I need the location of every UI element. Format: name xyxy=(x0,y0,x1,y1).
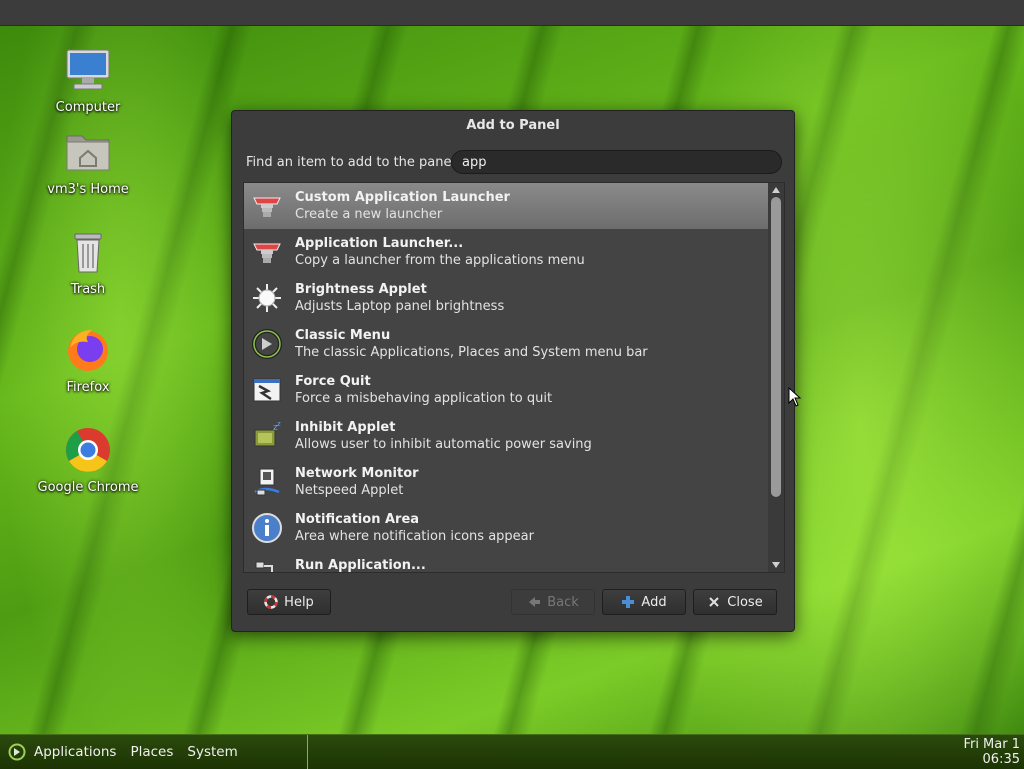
computer-icon xyxy=(66,49,110,90)
scroll-down-arrow-icon[interactable] xyxy=(772,562,780,568)
item-name: Inhibit Applet xyxy=(295,420,396,435)
clock[interactable]: Fri Mar 1 06:35 xyxy=(963,737,1020,767)
applications-menu[interactable]: Applications xyxy=(34,744,116,760)
sun-icon xyxy=(253,284,281,312)
chrome-icon xyxy=(66,428,110,472)
list-item[interactable]: Network Monitor Netspeed Applet xyxy=(244,459,768,505)
item-desc: Area where notification icons appear xyxy=(295,529,534,544)
svg-text:z: z xyxy=(277,420,281,428)
list-item[interactable]: Custom Application Launcher Create a new… xyxy=(244,183,768,229)
mouse-pointer-icon xyxy=(788,387,802,407)
desktop-icon-label: Firefox xyxy=(66,380,110,395)
desktop-icon-chrome[interactable]: Google Chrome xyxy=(33,426,143,495)
item-name: Brightness Applet xyxy=(295,282,427,297)
find-label: Find an item to add to the panel: xyxy=(246,155,460,170)
close-button[interactable]: Close xyxy=(693,589,777,615)
mate-logo-icon xyxy=(8,743,26,761)
applet-list[interactable]: Custom Application Launcher Create a new… xyxy=(243,182,785,573)
list-item[interactable]: Application Launcher... Copy a launcher … xyxy=(244,229,768,275)
item-name: Notification Area xyxy=(295,512,420,527)
item-name: Network Monitor xyxy=(295,466,419,481)
force-quit-icon xyxy=(253,378,281,402)
close-label: Close xyxy=(727,594,763,610)
item-desc: Create a new launcher xyxy=(295,207,443,222)
item-desc: Force a misbehaving application to quit xyxy=(295,391,553,406)
help-label: Help xyxy=(284,594,314,610)
panel-separator xyxy=(307,735,308,769)
back-button[interactable]: Back xyxy=(511,589,595,615)
list-item[interactable]: Force Quit Force a misbehaving applicati… xyxy=(244,367,768,413)
home-folder-icon xyxy=(66,135,110,171)
run-icon xyxy=(255,561,273,572)
firefox-icon xyxy=(68,330,108,371)
help-button[interactable]: Help xyxy=(247,589,331,615)
item-name: Classic Menu xyxy=(295,328,391,343)
desktop-icon-computer[interactable]: Computer xyxy=(33,46,143,115)
item-desc: Netspeed Applet xyxy=(295,483,404,498)
item-desc: The classic Applications, Places and Sys… xyxy=(295,345,648,360)
add-to-panel-dialog: Add to Panel Find an item to add to the … xyxy=(231,110,795,632)
scroll-thumb[interactable] xyxy=(771,197,781,497)
list-item[interactable]: Brightness Applet Adjusts Laptop panel b… xyxy=(244,275,768,321)
clock-date: Fri Mar 1 xyxy=(963,737,1020,752)
desktop-icon-label: Trash xyxy=(70,282,106,297)
launcher-icon xyxy=(253,243,281,263)
dialog-title: Add to Panel xyxy=(466,118,560,133)
scroll-up-arrow-icon[interactable] xyxy=(772,187,780,193)
desktop-icon-trash[interactable]: Trash xyxy=(33,228,143,297)
item-desc: Copy a launcher from the applications me… xyxy=(295,253,585,268)
close-icon xyxy=(709,597,719,607)
search-input[interactable] xyxy=(451,150,782,174)
lifebuoy-icon xyxy=(264,595,278,609)
clock-time: 06:35 xyxy=(982,752,1020,767)
places-menu[interactable]: Places xyxy=(130,744,173,760)
list-item[interactable]: Classic Menu The classic Applications, P… xyxy=(244,321,768,367)
plus-icon xyxy=(622,596,635,608)
mate-menu-icon xyxy=(252,329,282,359)
item-desc: Allows user to inhibit automatic power s… xyxy=(295,437,592,452)
top-panel xyxy=(0,0,1024,26)
list-scrollbar[interactable] xyxy=(768,183,784,572)
item-name: Custom Application Launcher xyxy=(295,190,510,205)
desktop-icon-label: Google Chrome xyxy=(37,480,139,495)
desktop-icon-label: Computer xyxy=(55,100,121,115)
inhibit-icon: z z xyxy=(254,420,281,447)
add-label: Add xyxy=(641,594,667,610)
item-name: Application Launcher... xyxy=(295,236,464,251)
bottom-panel: Applications Places System Fri Mar 1 06:… xyxy=(0,734,1024,769)
list-item[interactable]: z z Inhibit Applet Allows user to inhibi… xyxy=(244,413,768,459)
list-item[interactable]: Notification Area Area where notificatio… xyxy=(244,505,768,551)
desktop-icon-home[interactable]: vm3's Home xyxy=(33,128,143,197)
system-menu[interactable]: System xyxy=(187,744,237,760)
arrow-left-icon xyxy=(529,597,541,607)
back-label: Back xyxy=(547,594,579,610)
desktop-icon-label: vm3's Home xyxy=(47,182,129,197)
item-name: Run Application... xyxy=(295,558,426,573)
info-icon xyxy=(252,513,282,543)
trash-icon xyxy=(74,233,102,273)
item-desc: Adjusts Laptop panel brightness xyxy=(295,299,505,314)
list-item[interactable]: Run Application... xyxy=(244,551,768,573)
item-name: Force Quit xyxy=(295,374,371,389)
add-button[interactable]: Add xyxy=(602,589,686,615)
network-icon xyxy=(254,468,280,496)
launcher-icon xyxy=(253,197,281,217)
desktop-icon-firefox[interactable]: Firefox xyxy=(33,326,143,395)
